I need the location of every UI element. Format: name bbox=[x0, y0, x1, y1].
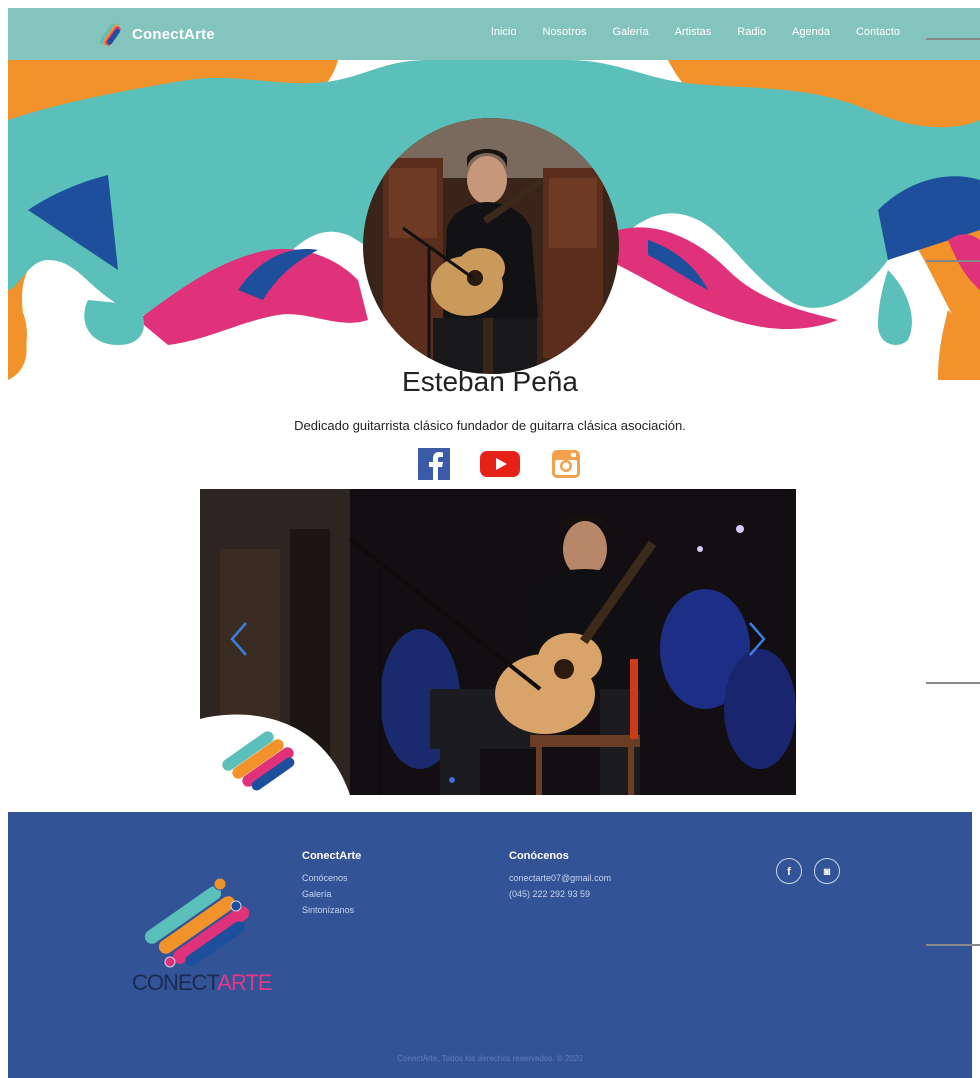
youtube-icon[interactable] bbox=[480, 448, 520, 480]
brand-name: ConectArte bbox=[132, 25, 215, 43]
artist-photo bbox=[363, 118, 619, 374]
footer-link-conocenos[interactable]: Conócenos bbox=[302, 870, 361, 886]
top-navbar: ConectArte Inicio Nosotros Galería Artis… bbox=[8, 8, 980, 60]
nav-contacto[interactable]: Contacto bbox=[856, 26, 900, 38]
nav-radio[interactable]: Radio bbox=[737, 26, 766, 38]
site-footer: CONECTARTE ConectArte Conócenos Galería … bbox=[8, 812, 972, 1078]
edge-scroll-marker bbox=[926, 682, 980, 684]
brand-logo-icon bbox=[99, 23, 121, 46]
wordmark-part2: ARTE bbox=[217, 970, 272, 995]
edge-scroll-marker bbox=[926, 944, 980, 946]
nav-agenda[interactable]: Agenda bbox=[792, 26, 830, 38]
footer-wordmark: CONECTARTE bbox=[132, 970, 273, 996]
footer-link-sintonizanos[interactable]: Sintonízanos bbox=[302, 902, 361, 918]
instagram-icon[interactable] bbox=[550, 448, 582, 480]
edge-scroll-marker bbox=[926, 38, 980, 40]
nav-galeria[interactable]: Galería bbox=[613, 26, 649, 38]
footer-col-conectarte: ConectArte Conócenos Galería Sintonízano… bbox=[302, 850, 361, 918]
artist-bio: Dedicado guitarrista clásico fundador de… bbox=[294, 418, 686, 433]
carousel-slide-photo bbox=[200, 489, 796, 795]
brand[interactable]: ConectArte bbox=[94, 20, 215, 48]
nav-inicio[interactable]: Inicio bbox=[491, 26, 517, 38]
footer-col-title: Conócenos bbox=[509, 850, 569, 862]
footer-link-galeria[interactable]: Galería bbox=[302, 886, 361, 902]
wordmark-part1: CONECT bbox=[132, 970, 218, 995]
nav-artistas[interactable]: Artistas bbox=[675, 26, 712, 38]
photo-carousel[interactable] bbox=[200, 489, 796, 795]
nav-nosotros[interactable]: Nosotros bbox=[542, 26, 586, 38]
footer-email: conectarte07@gmail.com bbox=[509, 873, 612, 883]
artist-avatar bbox=[363, 118, 619, 374]
carousel-prev-arrow-icon[interactable] bbox=[226, 619, 250, 659]
artist-social-links bbox=[418, 448, 612, 480]
footer-instagram-icon[interactable]: ◙ bbox=[814, 858, 840, 884]
main-nav: Inicio Nosotros Galería Artistas Radio A… bbox=[465, 26, 900, 38]
facebook-icon[interactable] bbox=[418, 448, 450, 480]
hero-banner bbox=[8, 60, 980, 380]
footer-phone: (045) 222 292 93 59 bbox=[509, 889, 591, 899]
carousel-next-arrow-icon[interactable] bbox=[746, 619, 770, 659]
copyright-text: ConectArte, Todos los derechos reservado… bbox=[397, 1054, 583, 1063]
carousel-indicator-dot[interactable] bbox=[449, 777, 455, 783]
footer-col-title: ConectArte bbox=[302, 850, 362, 862]
edge-scroll-marker bbox=[926, 260, 980, 262]
footer-col-contact: Conócenos conectarte07@gmail.com (045) 2… bbox=[509, 850, 611, 902]
footer-facebook-icon[interactable]: f bbox=[776, 858, 802, 884]
